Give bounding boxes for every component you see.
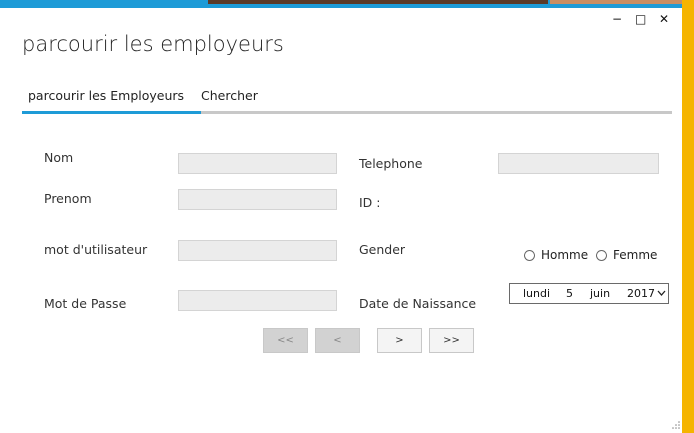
next-record-button[interactable]: >	[377, 328, 422, 353]
desktop-side-bar	[682, 0, 694, 433]
background-photo-strip	[550, 0, 682, 4]
date-month: juin	[590, 287, 611, 300]
minimize-button[interactable]: −	[612, 12, 622, 26]
maximize-button[interactable]: □	[635, 12, 646, 26]
radio-circle-icon	[524, 249, 535, 261]
nom-field[interactable]	[178, 153, 337, 174]
radio-femme[interactable]: Femme	[596, 248, 657, 262]
resize-grip-icon[interactable]	[672, 421, 680, 429]
tab-search[interactable]: Chercher	[201, 88, 258, 103]
previous-record-button[interactable]: <	[315, 328, 360, 353]
telephone-field[interactable]	[498, 153, 659, 174]
username-label: mot d'utilisateur	[44, 242, 148, 257]
page-title: parcourir les employeurs	[22, 32, 284, 56]
prenom-label: Prenom	[44, 191, 92, 206]
background-photo-strip	[208, 0, 548, 4]
username-field[interactable]	[178, 240, 337, 261]
password-label: Mot de Passe	[44, 296, 127, 311]
birthdate-label: Date de Naissance	[359, 296, 477, 311]
close-button[interactable]: ✕	[659, 12, 669, 26]
birthdate-picker[interactable]: lundi 5 juin 2017	[509, 283, 669, 304]
last-record-button[interactable]: >>	[429, 328, 474, 353]
password-field[interactable]	[178, 290, 337, 311]
active-tab-indicator	[22, 111, 201, 114]
date-day: 5	[566, 287, 573, 300]
first-record-button[interactable]: <<	[263, 328, 308, 353]
chevron-down-icon[interactable]	[657, 290, 666, 297]
id-label: ID :	[359, 195, 381, 210]
radio-homme-label: Homme	[541, 248, 589, 262]
date-weekday: lundi	[523, 287, 551, 300]
prenom-field[interactable]	[178, 189, 337, 210]
radio-circle-icon	[596, 249, 607, 261]
date-year: 2017	[627, 287, 655, 300]
nom-label: Nom	[44, 150, 74, 165]
radio-homme[interactable]: Homme	[524, 248, 588, 262]
app-window: − □ ✕ parcourir les employeurs	[0, 8, 682, 433]
radio-femme-label: Femme	[613, 248, 658, 262]
gender-label: Gender	[359, 242, 406, 257]
tab-browse-employees[interactable]: parcourir les Employeurs	[28, 88, 184, 103]
telephone-label: Telephone	[359, 156, 423, 171]
